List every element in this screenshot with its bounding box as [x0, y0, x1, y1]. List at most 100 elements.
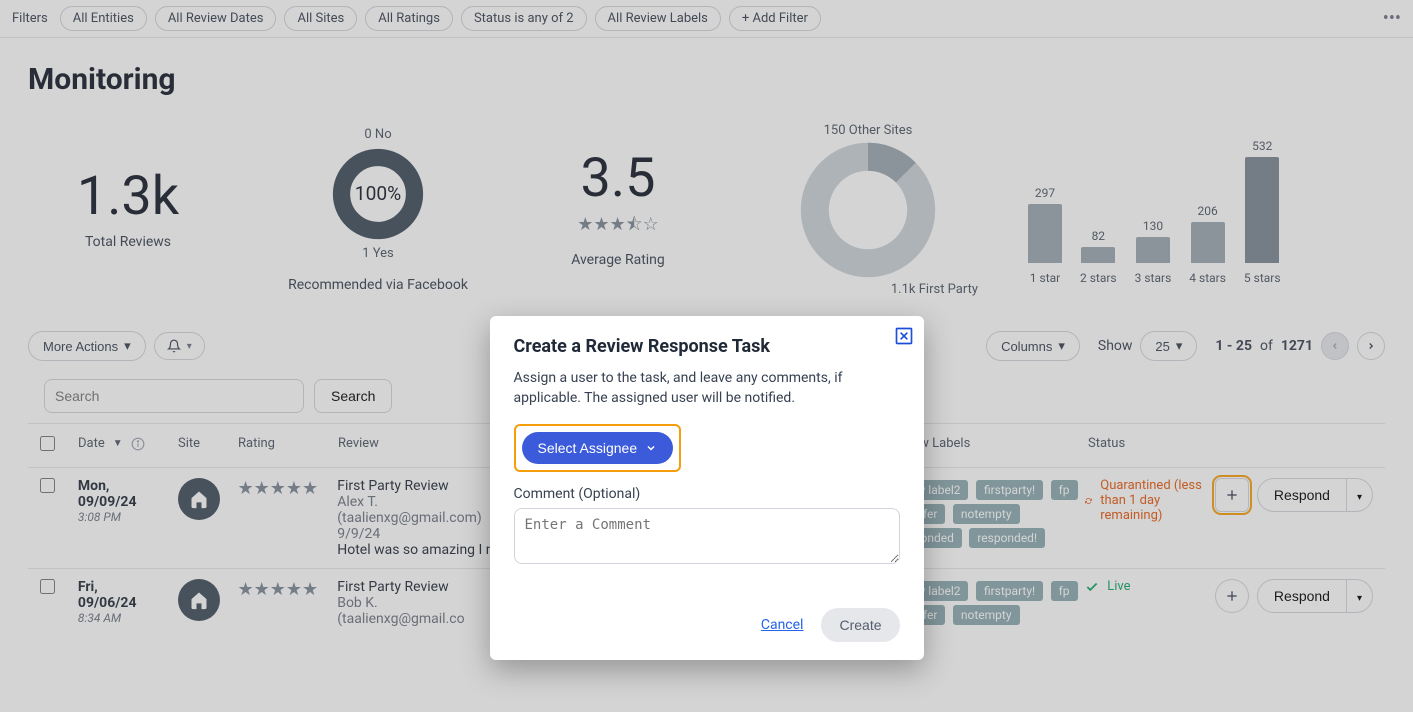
bar-label: 4 stars — [1189, 271, 1226, 285]
row-checkbox[interactable] — [40, 478, 55, 493]
total-reviews-label: Total Reviews — [28, 234, 228, 250]
show-label: Show — [1098, 338, 1133, 354]
site-avatar — [178, 579, 220, 621]
chevron-down-icon: ▾ — [1357, 593, 1362, 604]
add-task-button[interactable] — [1215, 579, 1249, 613]
col-date[interactable]: Date — [78, 436, 105, 451]
chevron-down-icon: ▾ — [187, 341, 192, 352]
row-date-day: Mon, — [78, 478, 178, 494]
filter-chip[interactable]: Status is any of 2 — [461, 6, 587, 31]
col-status[interactable]: Status — [1088, 436, 1218, 451]
bar-rect — [1191, 222, 1225, 263]
search-button[interactable]: Search — [314, 379, 392, 413]
comment-textarea[interactable] — [514, 508, 900, 564]
home-icon — [189, 590, 209, 610]
ratings-distribution-chart: 2971 star822 stars1303 stars2064 stars53… — [1028, 135, 1281, 285]
home-icon — [189, 489, 209, 509]
summary-row: 1.3k Total Reviews 0 No 100% 1 Yes Recom… — [28, 123, 1385, 297]
row-status: Quarantined (less than 1 day remaining) — [1085, 478, 1215, 523]
add-task-button[interactable] — [1215, 478, 1249, 512]
next-page-button[interactable] — [1357, 332, 1385, 360]
row-date-day: Fri, — [78, 579, 178, 595]
check-icon — [1085, 580, 1099, 594]
chevron-right-icon — [1366, 341, 1376, 351]
filter-chip[interactable]: All Ratings — [365, 6, 453, 31]
label-tag[interactable]: firstparty! — [976, 581, 1043, 601]
chevron-down-icon — [645, 442, 657, 454]
modal-close-button[interactable] — [894, 326, 914, 346]
columns-button[interactable]: Columns▾ — [986, 331, 1080, 361]
sites-donut-icon — [798, 140, 938, 280]
select-assignee-highlight: Select Assignee — [514, 424, 682, 472]
page-size-control: Show 25▾ — [1098, 331, 1198, 361]
chevron-left-icon — [1330, 341, 1340, 351]
filter-bar: Filters All Entities All Review Dates Al… — [0, 0, 1413, 38]
filter-chip[interactable]: All Sites — [284, 6, 357, 31]
plus-icon — [1224, 487, 1240, 503]
chevron-down-icon: ▾ — [1058, 338, 1065, 354]
bar-value: 532 — [1252, 139, 1272, 153]
bar-label: 2 stars — [1080, 271, 1117, 285]
donut-icon: 100% — [330, 146, 426, 242]
bar-value: 82 — [1092, 229, 1106, 243]
chevron-down-icon: ▾ — [124, 338, 131, 354]
bar-value: 297 — [1035, 186, 1055, 200]
row-date-mdy: 09/06/24 — [78, 595, 178, 611]
avg-rating-label: Average Rating — [528, 252, 708, 268]
select-assignee-button[interactable]: Select Assignee — [522, 432, 674, 464]
donut-bottom-label: 1 Yes — [268, 246, 488, 261]
site-avatar — [178, 478, 220, 520]
prev-page-button[interactable] — [1321, 332, 1349, 360]
col-rating[interactable]: Rating — [238, 436, 338, 451]
label-tag[interactable]: fp — [1051, 581, 1078, 601]
cancel-button[interactable]: Cancel — [761, 617, 804, 633]
bar-value: 130 — [1143, 219, 1163, 233]
row-checkbox[interactable] — [40, 579, 55, 594]
filter-chip[interactable]: All Review Labels — [595, 6, 721, 31]
bar-column: 82 2 stars — [1080, 229, 1117, 285]
avg-rating-stars: ★★★⯪☆ — [528, 212, 708, 242]
pager: 1 - 25 of 1271 — [1215, 332, 1385, 360]
label-tag[interactable]: fp — [1051, 480, 1078, 500]
respond-dropdown[interactable]: ▾ — [1347, 478, 1373, 512]
recommended-caption: Recommended via Facebook — [268, 277, 488, 293]
range-of: of — [1260, 338, 1273, 354]
filter-chip[interactable]: All Entities — [60, 6, 147, 31]
label-tag[interactable]: responded! — [969, 528, 1045, 548]
label-tag[interactable]: notempty — [953, 605, 1020, 625]
bar-rect — [1245, 157, 1279, 263]
bar-rect — [1028, 204, 1062, 263]
chevron-down-icon: ▾ — [1176, 338, 1183, 354]
range-start: 1 - 25 — [1215, 338, 1252, 354]
row-date-time: 3:08 PM — [78, 510, 178, 524]
page-size-select[interactable]: 25▾ — [1140, 331, 1197, 361]
more-icon[interactable]: ••• — [1383, 10, 1401, 28]
bar-label: 1 star — [1030, 271, 1060, 285]
bar-column: 130 3 stars — [1135, 219, 1172, 285]
svg-text:100%: 100% — [355, 182, 401, 205]
search-input[interactable] — [44, 379, 304, 413]
create-button[interactable]: Create — [821, 608, 899, 642]
add-filter-button[interactable]: + Add Filter — [729, 6, 821, 31]
select-all-checkbox[interactable] — [40, 436, 55, 451]
label-tag[interactable]: firstparty! — [976, 480, 1043, 500]
total-reviews-value: 1.3k — [28, 170, 228, 224]
sites-donut: 150 Other Sites 1.1k First Party — [748, 123, 988, 297]
more-actions-button[interactable]: More Actions▾ — [28, 331, 146, 361]
page-title: Monitoring — [28, 62, 1385, 97]
respond-button[interactable]: Respond — [1257, 478, 1347, 512]
info-icon[interactable] — [131, 437, 145, 451]
col-site[interactable]: Site — [178, 436, 238, 451]
sort-down-icon[interactable]: ▼ — [113, 438, 123, 449]
notifications-button[interactable]: ▾ — [154, 332, 205, 360]
label-tag[interactable]: notempty — [953, 504, 1020, 524]
refresh-icon — [1085, 494, 1092, 508]
create-task-modal: Create a Review Response Task Assign a u… — [490, 316, 924, 660]
bar-label: 3 stars — [1135, 271, 1172, 285]
respond-button[interactable]: Respond — [1257, 579, 1347, 613]
recommended-donut: 0 No 100% 1 Yes Recommended via Facebook — [268, 127, 488, 293]
chevron-down-icon: ▾ — [1357, 492, 1362, 503]
donut-top-label: 0 No — [268, 127, 488, 142]
filter-chip[interactable]: All Review Dates — [155, 6, 277, 31]
respond-dropdown[interactable]: ▾ — [1347, 579, 1373, 613]
